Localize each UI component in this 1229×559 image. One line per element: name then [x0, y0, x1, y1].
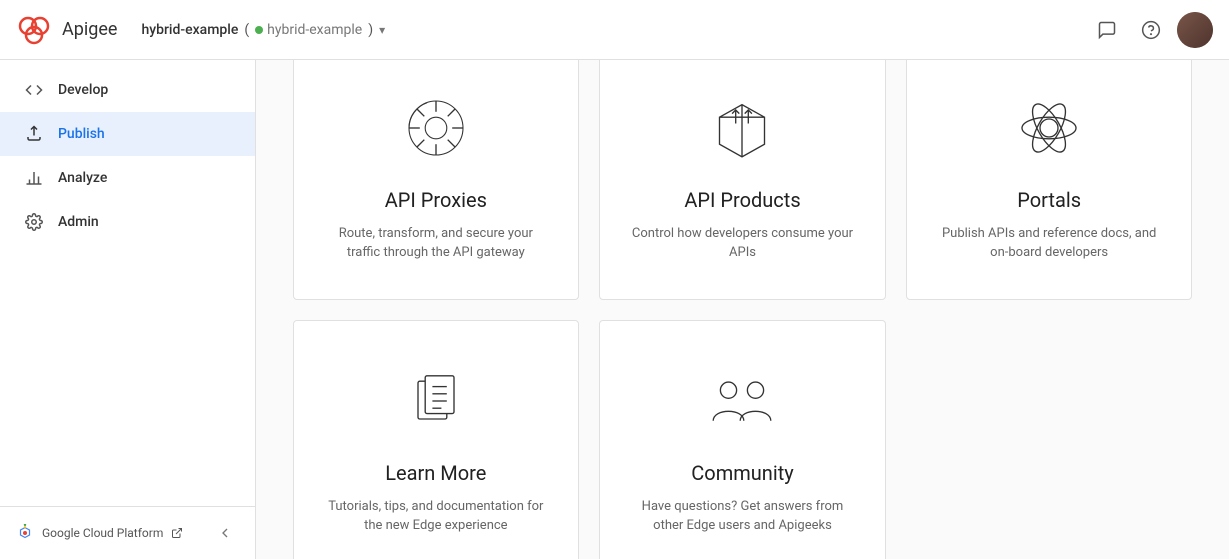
card-community-desc: Have questions? Get answers from other E…	[630, 497, 855, 536]
card-api-products[interactable]: API Products Control how developers cons…	[599, 60, 886, 300]
sidebar-item-analyze[interactable]: Analyze	[0, 156, 255, 200]
env-status-dot	[255, 26, 263, 34]
card-learn-more-desc: Tutorials, tips, and documentation for t…	[324, 497, 549, 536]
sidebar-label-develop: Develop	[58, 82, 108, 98]
chevron-left-icon	[217, 525, 233, 541]
sidebar-label-analyze: Analyze	[58, 170, 107, 186]
card-community-title: Community	[691, 461, 793, 485]
logo[interactable]: Apigee	[16, 12, 117, 48]
breadcrumb: hybrid-example ( hybrid-example ) ▾	[141, 22, 385, 38]
sidebar-footer: Google Cloud Platform	[0, 506, 255, 559]
gcp-text: Google Cloud Platform	[42, 526, 163, 540]
card-api-proxies-title: API Proxies	[385, 188, 487, 212]
notifications-button[interactable]	[1089, 12, 1125, 48]
apigee-logo-icon	[16, 12, 52, 48]
breadcrumb-dropdown-icon[interactable]: ▾	[379, 23, 385, 37]
main-content: API Proxies Route, transform, and secure…	[256, 60, 1229, 559]
card-api-products-title: API Products	[684, 188, 800, 212]
sidebar-label-admin: Admin	[58, 214, 99, 230]
external-link-icon	[171, 527, 183, 539]
header-actions	[1089, 12, 1213, 48]
avatar[interactable]	[1177, 12, 1213, 48]
learn-more-icon	[396, 361, 476, 441]
help-button[interactable]	[1133, 12, 1169, 48]
api-products-icon	[702, 88, 782, 168]
app-header: Apigee hybrid-example ( hybrid-example )…	[0, 0, 1229, 60]
main-layout: Develop Publish	[0, 60, 1229, 559]
cards-grid: API Proxies Route, transform, and secure…	[293, 60, 1193, 559]
avatar-image	[1177, 12, 1213, 48]
card-portals-desc: Publish APIs and reference docs, and on-…	[937, 224, 1162, 263]
bar-chart-icon	[24, 168, 44, 188]
sidebar-nav: Develop Publish	[0, 60, 255, 506]
sidebar-item-admin[interactable]: Admin	[0, 200, 255, 244]
code-icon	[24, 80, 44, 100]
api-proxy-icon	[396, 88, 476, 168]
sidebar: Develop Publish	[0, 60, 256, 559]
gcp-icon	[16, 524, 34, 542]
env-selector[interactable]: hybrid-example	[255, 22, 362, 38]
card-community[interactable]: Community Have questions? Get answers fr…	[599, 320, 886, 559]
logo-text: Apigee	[62, 19, 117, 40]
community-icon	[702, 361, 782, 441]
help-icon	[1141, 20, 1161, 40]
gcp-link[interactable]: Google Cloud Platform	[16, 524, 183, 542]
card-api-products-desc: Control how developers consume your APIs	[630, 224, 855, 263]
org-name: hybrid-example	[141, 22, 238, 38]
sidebar-collapse-button[interactable]	[211, 519, 239, 547]
card-learn-more[interactable]: Learn More Tutorials, tips, and document…	[293, 320, 580, 559]
settings-icon	[24, 212, 44, 232]
sidebar-item-publish[interactable]: Publish	[0, 112, 255, 156]
card-api-proxies[interactable]: API Proxies Route, transform, and secure…	[293, 60, 580, 300]
card-api-proxies-desc: Route, transform, and secure your traffi…	[324, 224, 549, 263]
publish-icon	[24, 124, 44, 144]
sidebar-item-develop[interactable]: Develop	[0, 68, 255, 112]
card-learn-more-title: Learn More	[385, 461, 486, 485]
env-name: hybrid-example	[267, 22, 362, 38]
card-portals[interactable]: Portals Publish APIs and reference docs,…	[906, 60, 1193, 300]
portals-icon	[1009, 88, 1089, 168]
card-portals-title: Portals	[1017, 188, 1081, 212]
sidebar-label-publish: Publish	[58, 126, 105, 142]
notifications-icon	[1097, 20, 1117, 40]
